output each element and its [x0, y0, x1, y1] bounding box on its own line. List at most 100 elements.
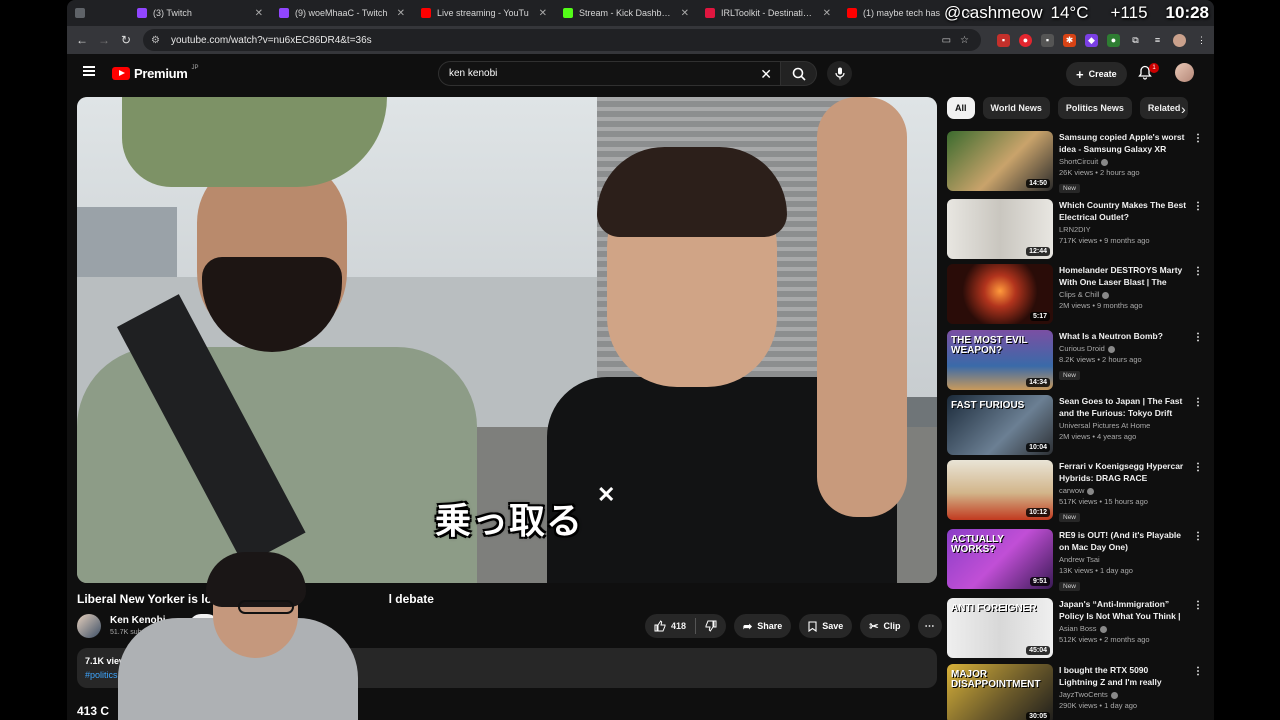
share-button[interactable]: ➦ Share: [734, 614, 792, 638]
reload-icon[interactable]: ↻: [115, 33, 137, 47]
verified-check-icon: [1102, 291, 1110, 299]
recommended-video[interactable]: ANTI FOREIGNER 45:04 Japan's “Anti-Immigra…: [947, 598, 1207, 660]
video-thumbnail[interactable]: ACTUALLY WORKS? 9:51: [947, 529, 1053, 589]
filter-chip[interactable]: All: [947, 97, 975, 119]
video-title[interactable]: I bought the RTX 5090 Lightning Z and I'…: [1059, 664, 1189, 688]
video-title[interactable]: Which Country Makes The Best Electrical …: [1059, 199, 1189, 223]
more-options-icon[interactable]: ⋮: [1193, 600, 1203, 611]
channel-name[interactable]: LRN2DIY: [1059, 225, 1189, 234]
recommended-video[interactable]: 14:50 Samsung copied Apple's worst idea -…: [947, 131, 1207, 193]
channel-name[interactable]: Andrew Tsai: [1059, 555, 1189, 564]
cast-icon[interactable]: ▭: [942, 35, 951, 46]
browser-tab[interactable]: IRLToolkit - Destinations ✕: [697, 0, 839, 26]
youtube-logo[interactable]: Premium JP: [112, 65, 199, 81]
puzzle-icon[interactable]: ⧉: [1129, 34, 1142, 47]
create-button[interactable]: + Create: [1066, 62, 1127, 86]
extension-icon[interactable]: ◆: [1085, 33, 1098, 47]
search-button[interactable]: [781, 61, 817, 86]
browser-tab[interactable]: (9) woeMhaaC - Twitch ✕: [271, 0, 413, 26]
recommended-video[interactable]: ACTUALLY WORKS? 9:51 RE9 is OUT! (And it's…: [947, 529, 1207, 591]
channel-name[interactable]: Universal Pictures At Home: [1059, 421, 1189, 430]
video-title[interactable]: Homelander DESTROYS Marty With One Laser…: [1059, 264, 1189, 288]
like-button[interactable]: 418: [645, 620, 695, 632]
channel-name[interactable]: JayzTwoCents: [1059, 690, 1189, 699]
clip-button[interactable]: ✂ Clip: [860, 614, 910, 638]
channel-name[interactable]: Clips & Chill: [1059, 290, 1189, 299]
close-tab-icon[interactable]: ✕: [255, 8, 263, 19]
video-thumbnail[interactable]: 12:44: [947, 199, 1053, 259]
video-title[interactable]: RE9 is OUT! (And it's Playable on Mac Da…: [1059, 529, 1189, 553]
extension-icon[interactable]: ✱: [1063, 33, 1076, 47]
address-bar[interactable]: ⚙ youtube.com/watch?v=nu6xEC86DR4&t=36s …: [143, 29, 981, 51]
video-title[interactable]: Ferrari v Koenigsegg Hypercar Hybrids: D…: [1059, 460, 1189, 484]
menu-icon[interactable]: ⋮: [1195, 34, 1208, 47]
bookmark-star-icon[interactable]: ☆: [960, 35, 969, 46]
more-options-icon[interactable]: ⋮: [1193, 666, 1203, 677]
more-options-icon[interactable]: ⋮: [1193, 462, 1203, 473]
video-title[interactable]: Sean Goes to Japan | The Fast and the Fu…: [1059, 395, 1189, 419]
more-options-icon[interactable]: ⋮: [1193, 266, 1203, 277]
back-icon[interactable]: ←: [71, 33, 93, 47]
video-thumbnail[interactable]: FAST FURIOUS 10:04: [947, 395, 1053, 455]
recommended-video[interactable]: FAST FURIOUS 10:04 Sean Goes to Japan | Th…: [947, 395, 1207, 457]
recommended-video[interactable]: 10:12 Ferrari v Koenigsegg Hypercar Hybri…: [947, 460, 1207, 522]
filter-chip[interactable]: World News: [982, 97, 1050, 119]
video-thumbnail[interactable]: THE MOST EVIL WEAPON? 14:34: [947, 330, 1053, 390]
url-text: youtube.com/watch?v=nu6xEC86DR4&t=36s: [171, 34, 372, 46]
more-options-icon[interactable]: ⋮: [1193, 332, 1203, 343]
search-input[interactable]: ken kenobi ✕: [438, 61, 781, 86]
recommended-video[interactable]: MAJOR DISAPPOINTMENT 30:05 I bought the RT…: [947, 664, 1207, 720]
profile-avatar[interactable]: [1173, 33, 1186, 47]
extension-icon[interactable]: ▪: [1041, 33, 1054, 47]
close-tab-icon[interactable]: ✕: [539, 8, 547, 19]
video-thumbnail[interactable]: ANTI FOREIGNER 45:04: [947, 598, 1053, 658]
account-avatar[interactable]: [1175, 63, 1194, 82]
channel-name[interactable]: carwow: [1059, 486, 1189, 495]
clear-search-icon[interactable]: ✕: [760, 66, 772, 83]
channel-name[interactable]: Asian Boss: [1059, 624, 1189, 633]
more-options-icon[interactable]: ⋮: [1193, 133, 1203, 144]
video-thumbnail[interactable]: 5:17: [947, 264, 1053, 324]
video-thumbnail[interactable]: 10:12: [947, 460, 1053, 520]
browser-tab[interactable]: Stream - Kick Dashboard ✕: [555, 0, 697, 26]
browser-tab[interactable]: [67, 0, 129, 26]
extension-icon[interactable]: ●: [1107, 33, 1120, 47]
video-player[interactable]: ✕ 乗っ取る: [77, 97, 937, 583]
voice-search-button[interactable]: [827, 61, 852, 86]
more-options-icon[interactable]: ⋮: [1193, 531, 1203, 542]
close-tab-icon[interactable]: ✕: [823, 8, 831, 19]
video-title[interactable]: Samsung copied Apple's worst idea - Sams…: [1059, 131, 1189, 155]
site-settings-icon[interactable]: ⚙: [151, 35, 163, 46]
video-thumbnail[interactable]: MAJOR DISAPPOINTMENT 30:05: [947, 664, 1053, 720]
search-query: ken kenobi: [449, 68, 498, 79]
channel-name[interactable]: ShortCircuit: [1059, 157, 1189, 166]
browser-tab[interactable]: (3) Twitch ✕: [129, 0, 271, 26]
channel-avatar[interactable]: [77, 614, 101, 638]
reading-list-icon[interactable]: ≡: [1151, 34, 1164, 47]
video-title[interactable]: Japan's “Anti-Immigration” Policy Is Not…: [1059, 598, 1189, 622]
recommended-video[interactable]: 12:44 Which Country Makes The Best Electr…: [947, 199, 1207, 261]
more-options-icon[interactable]: ⋮: [1193, 201, 1203, 212]
close-tab-icon[interactable]: ✕: [397, 8, 405, 19]
filter-chip[interactable]: Politics News: [1057, 97, 1132, 119]
forward-icon[interactable]: →: [93, 33, 115, 47]
dislike-button[interactable]: [696, 620, 726, 632]
more-options-icon[interactable]: ⋮: [1193, 397, 1203, 408]
more-actions-button[interactable]: ⋯: [917, 614, 942, 638]
video-title[interactable]: What Is a Neutron Bomb?: [1059, 330, 1189, 342]
tab-title: Stream - Kick Dashboard: [579, 8, 675, 18]
video-thumbnail[interactable]: 14:50: [947, 131, 1053, 191]
save-button[interactable]: Save: [799, 614, 853, 638]
hamburger-menu-icon[interactable]: [83, 66, 95, 76]
recommended-video[interactable]: THE MOST EVIL WEAPON? 14:34 What Is a Neut…: [947, 330, 1207, 392]
close-tab-icon[interactable]: ✕: [681, 8, 689, 19]
channel-name[interactable]: Curious Droid: [1059, 344, 1189, 353]
like-dislike-group: 418: [645, 614, 727, 638]
recommended-video[interactable]: 5:17 Homelander DESTROYS Marty With One L…: [947, 264, 1207, 326]
extension-icon[interactable]: ●: [1019, 33, 1032, 47]
tab-title: (3) Twitch: [153, 8, 192, 18]
browser-tab[interactable]: Live streaming - YouTu ✕: [413, 0, 555, 26]
extension-icon[interactable]: ▪: [997, 33, 1010, 47]
chevron-right-icon[interactable]: ›: [1181, 101, 1186, 117]
video-actions: 418 ➦ Share Save ✂ Clip ⋯: [645, 614, 942, 638]
